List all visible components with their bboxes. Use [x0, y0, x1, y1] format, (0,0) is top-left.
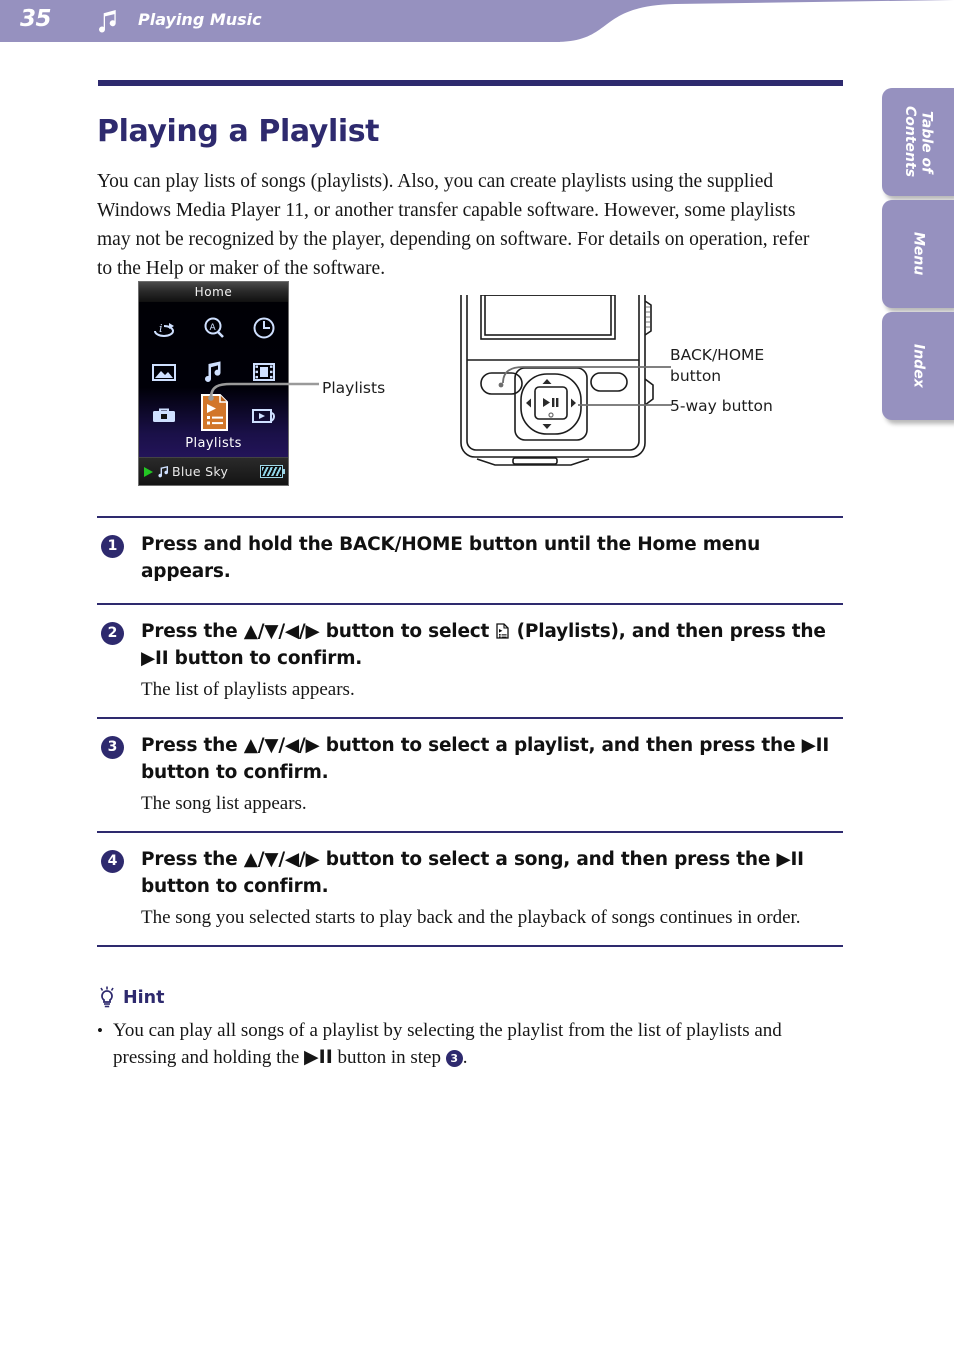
button-glyph: ▲/▼/◀/▶ — [243, 621, 320, 642]
step-item: 3 Press the ▲/▼/◀/▶ button to select a p… — [97, 719, 843, 831]
tab-label-index: Index — [910, 344, 927, 388]
step-number-badge: 4 — [101, 850, 124, 873]
page-title: Playing a Playlist — [97, 114, 380, 150]
step-number-badge: 1 — [101, 535, 124, 558]
intro-paragraph: You can play lists of songs (playlists).… — [97, 170, 810, 279]
page-header: 35 Playing Music — [0, 0, 954, 42]
step-number-badge: 3 — [101, 736, 124, 759]
five-way-callout-leader-line — [578, 404, 672, 406]
procedure-step-list: 1 Press and hold the BACK/HOME button un… — [97, 516, 843, 947]
search-icon: A — [189, 306, 239, 350]
hint-list-item: • You can play all songs of a playlist b… — [97, 1017, 843, 1071]
settings-icon — [139, 394, 189, 438]
battery-icon — [260, 465, 285, 478]
hint-title: Hint — [123, 988, 165, 1008]
svg-text:A: A — [210, 323, 217, 333]
sidebar-item-index[interactable]: Index — [882, 312, 954, 420]
button-glyph: ▶II — [304, 1046, 333, 1068]
header-section-title: Playing Music — [138, 10, 262, 29]
svg-text:i: i — [159, 322, 163, 335]
page-number: 35 — [20, 6, 52, 32]
button-glyph: ▶II — [801, 735, 830, 756]
step-item: 4 Press the ▲/▼/◀/▶ button to select a s… — [97, 833, 843, 945]
title-divider — [98, 80, 843, 86]
header-band-fill — [0, 0, 560, 42]
button-glyph: ▲/▼/◀/▶ — [243, 849, 320, 870]
callout-label-five-way-button: 5-way button — [670, 397, 773, 415]
hint-header: Hint — [97, 986, 843, 1010]
music-note-icon — [99, 10, 116, 33]
now-playing-song-title: Blue Sky — [172, 464, 229, 479]
tab-label-table-of-contents: Table of Contents — [902, 106, 935, 178]
tab-label-menu: Menu — [910, 232, 927, 276]
playlists-doc-icon — [496, 623, 510, 639]
inline-step-badge: 3 — [445, 1050, 463, 1067]
playlists-callout-leader-line — [208, 382, 319, 401]
button-glyph: ▲/▼/◀/▶ — [243, 735, 320, 756]
sidebar-item-table-of-contents[interactable]: Table of Contents — [882, 88, 954, 196]
photo-icon — [139, 350, 189, 394]
play-indicator-icon — [144, 466, 153, 477]
step-body: The song you selected starts to play bac… — [141, 907, 801, 928]
intelligent-shuffle-icon: i — [139, 306, 189, 350]
step-number-badge: 2 — [101, 622, 124, 645]
button-glyph: ▶II — [776, 849, 804, 870]
device-selected-icon-label: Playlists — [185, 436, 242, 451]
lightbulb-icon — [100, 986, 114, 1008]
device-screen-titlebar: Home — [139, 282, 288, 302]
hint-section: Hint • You can play all songs of a playl… — [97, 986, 843, 1071]
step-divider — [97, 945, 843, 947]
step-heading: Press the ▲/▼/◀/▶ button to select (Play… — [141, 621, 826, 669]
step-heading: Press the ▲/▼/◀/▶ button to select a pla… — [141, 735, 830, 783]
device-status-bar: Blue Sky — [139, 457, 288, 485]
step-item: 1 Press and hold the BACK/HOME button un… — [97, 518, 843, 603]
callout-label-back-home-button: BACK/HOME button — [670, 346, 765, 385]
clock-icon — [239, 306, 289, 350]
button-glyph: ▶II — [141, 648, 169, 669]
callout-label-playlists: Playlists — [322, 379, 386, 397]
sidebar-item-menu[interactable]: Menu — [882, 200, 954, 308]
status-music-note-icon — [158, 466, 169, 478]
step-heading: Press and hold the BACK/HOME button unti… — [141, 534, 761, 582]
step-body: The song list appears. — [141, 793, 307, 814]
step-body: The list of playlists appears. — [141, 679, 355, 700]
hint-text: You can play all songs of a playlist by … — [113, 1020, 782, 1068]
header-curve-shape — [555, 0, 954, 42]
step-item: 2 Press the ▲/▼/◀/▶ button to select (Pl… — [97, 605, 843, 717]
back-home-callout-leader-line — [502, 366, 671, 384]
step-heading: Press the ▲/▼/◀/▶ button to select a son… — [141, 849, 804, 897]
hint-bullet: • — [97, 1021, 103, 1040]
